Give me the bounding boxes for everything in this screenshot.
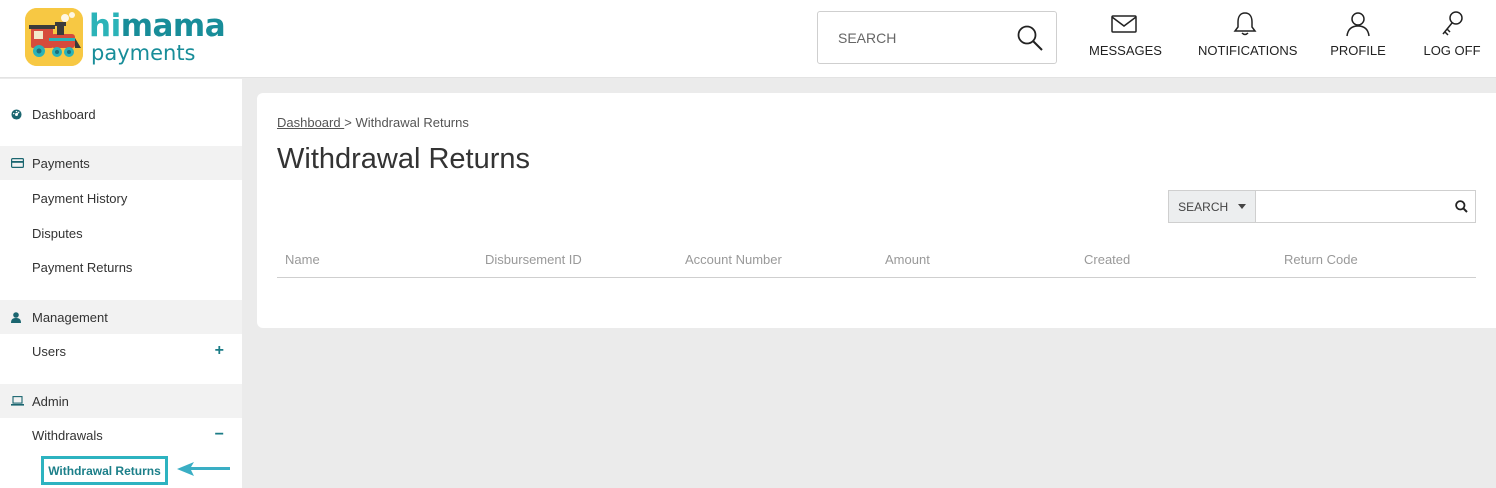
logo-hi: hi	[89, 7, 121, 44]
sidebar-item-label: Payments	[32, 155, 90, 171]
nav-log-off-label: LOG OFF	[1423, 43, 1481, 58]
laptop-icon	[0, 396, 32, 406]
table-search: SEARCH	[1168, 190, 1476, 223]
sidebar-item-label: Dashboard	[32, 106, 96, 122]
sidebar-item-users[interactable]: Users +	[0, 334, 242, 368]
sidebar-item-dashboard[interactable]: Dashboard	[0, 97, 242, 131]
arrow-indicator-icon	[177, 462, 230, 476]
top-header: himama payments MESSAGES NOTIFICATIONS P…	[0, 0, 1496, 78]
sidebar-item-label: Withdrawals	[32, 427, 103, 443]
search-icon	[1455, 200, 1468, 213]
main-card: Dashboard > Withdrawal Returns Withdrawa…	[257, 93, 1496, 328]
sidebar-item-label: Payment Returns	[32, 259, 133, 275]
column-header-disbursement-id[interactable]: Disbursement ID	[485, 252, 582, 267]
breadcrumb-separator: >	[344, 115, 352, 130]
table-search-button[interactable]	[1448, 191, 1475, 222]
sidebar-section-admin[interactable]: Admin	[0, 384, 242, 418]
search-filter-label: SEARCH	[1178, 199, 1229, 214]
search-filter-dropdown[interactable]: SEARCH	[1169, 191, 1257, 222]
sidebar-item-payment-history[interactable]: Payment History	[0, 181, 242, 215]
sidebar-item-withdrawal-returns[interactable]: Withdrawal Returns	[41, 456, 168, 485]
breadcrumb-dashboard-link[interactable]: Dashboard	[277, 115, 344, 130]
train-logo-icon	[25, 8, 83, 66]
nav-messages[interactable]: MESSAGES	[1089, 14, 1162, 66]
table-header: Name Disbursement ID Account Number Amou…	[277, 243, 1476, 278]
expand-plus-icon[interactable]: +	[215, 342, 224, 360]
sidebar-item-disputes[interactable]: Disputes	[0, 216, 242, 250]
bell-icon	[1233, 12, 1257, 36]
nav-notifications-label: NOTIFICATIONS	[1198, 43, 1298, 58]
nav-notifications[interactable]: NOTIFICATIONS	[1198, 12, 1298, 66]
dashboard-icon	[0, 108, 32, 120]
person-icon	[0, 311, 32, 323]
nav-profile-label: PROFILE	[1330, 43, 1386, 58]
sidebar-item-label: Management	[32, 309, 108, 325]
sidebar-item-withdrawals[interactable]: Withdrawals −	[0, 418, 242, 452]
sidebar-section-management[interactable]: Management	[0, 300, 242, 334]
header-search-input[interactable]	[818, 12, 1008, 63]
nav-messages-label: MESSAGES	[1089, 43, 1162, 58]
column-header-created[interactable]: Created	[1084, 252, 1130, 267]
logo-wordmark: himama payments	[89, 7, 226, 65]
page-title: Withdrawal Returns	[277, 143, 531, 175]
nav-log-off[interactable]: LOG OFF	[1421, 11, 1483, 66]
breadcrumb: Dashboard > Withdrawal Returns	[277, 115, 469, 130]
caret-down-icon	[1238, 204, 1247, 209]
sidebar-item-payment-returns[interactable]: Payment Returns	[0, 250, 242, 284]
column-header-account-number[interactable]: Account Number	[685, 252, 782, 267]
table-search-input[interactable]	[1256, 191, 1449, 222]
sidebar-item-label: Admin	[32, 393, 69, 409]
sidebar-item-label: Payment History	[32, 190, 128, 206]
sidebar-section-payments[interactable]: Payments	[0, 146, 242, 180]
user-icon	[1346, 12, 1370, 37]
collapse-minus-icon[interactable]: −	[215, 426, 224, 444]
nav-profile[interactable]: PROFILE	[1327, 12, 1389, 66]
column-header-amount[interactable]: Amount	[885, 252, 930, 267]
envelope-icon	[1111, 15, 1137, 33]
header-search	[817, 11, 1057, 64]
breadcrumb-current: Withdrawal Returns	[355, 115, 469, 130]
sidebar: Dashboard Payments Payment History Dispu…	[0, 79, 242, 488]
key-icon	[1442, 11, 1463, 36]
logo-payments: payments	[91, 40, 196, 65]
column-header-return-code[interactable]: Return Code	[1284, 252, 1358, 267]
logo-mama: mama	[120, 7, 226, 44]
sidebar-item-label: Users	[32, 343, 66, 359]
credit-card-icon	[0, 158, 32, 168]
sidebar-item-label: Disputes	[32, 225, 83, 241]
search-icon[interactable]	[1016, 24, 1044, 52]
column-header-name[interactable]: Name	[285, 252, 320, 267]
himama-logo[interactable]: himama payments	[25, 7, 226, 66]
